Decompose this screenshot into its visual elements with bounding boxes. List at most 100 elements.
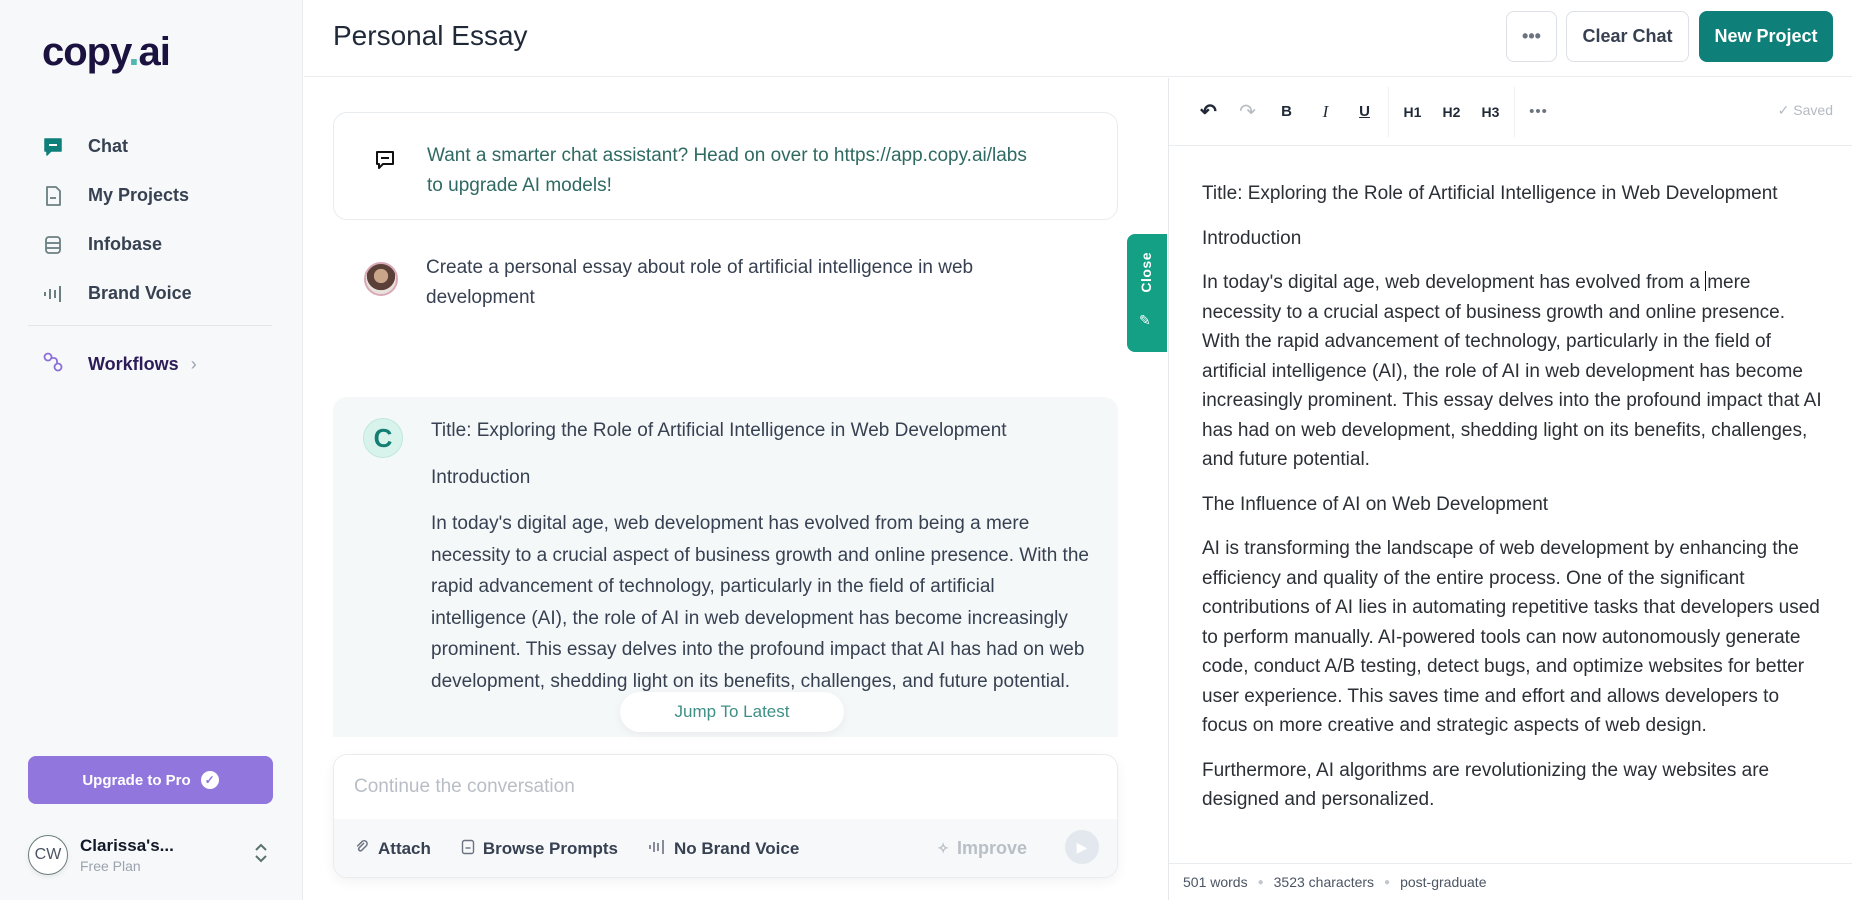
brand-voice-selector[interactable]: No Brand Voice bbox=[648, 838, 799, 860]
separator-dot: ● bbox=[1257, 876, 1264, 888]
database-icon bbox=[42, 234, 64, 256]
heading-1-button[interactable]: H1 bbox=[1393, 95, 1432, 129]
pencil-icon: ✎ bbox=[1139, 312, 1151, 328]
doc-text: In today's digital age, web development … bbox=[1202, 272, 1706, 293]
toolbar-divider bbox=[1514, 86, 1515, 137]
bold-button[interactable]: B bbox=[1267, 95, 1306, 129]
jump-to-latest-button[interactable]: Jump To Latest bbox=[620, 692, 844, 732]
chevron-up-down-icon bbox=[254, 842, 268, 864]
chat-panel: Want a smarter chat assistant? Head on o… bbox=[304, 78, 1168, 900]
document-stats: 501 words ● 3523 characters ● post-gradu… bbox=[1169, 863, 1852, 900]
ai-paragraph: Title: Exploring the Role of Artificial … bbox=[431, 420, 1007, 441]
chevron-right-icon: › bbox=[190, 353, 197, 374]
copyai-logo[interactable]: copy.ai bbox=[42, 30, 171, 75]
document-icon bbox=[461, 839, 475, 859]
send-button[interactable]: ▶ bbox=[1065, 830, 1099, 864]
sidebar-item-my-projects[interactable]: My Projects bbox=[42, 171, 272, 220]
doc-paragraph: Furthermore, AI algorithms are revolutio… bbox=[1202, 759, 1770, 811]
user-name: Clarissa's... bbox=[80, 836, 174, 855]
attach-button[interactable]: Attach bbox=[354, 839, 431, 859]
character-count: 3523 characters bbox=[1273, 874, 1375, 890]
saved-status: ✓ Saved bbox=[1777, 102, 1833, 118]
message-input[interactable] bbox=[334, 755, 1117, 819]
composer-toolbar: Attach Browse Prompts No Brand Voice ✧ I… bbox=[334, 819, 1117, 877]
sidebar-item-chat[interactable]: Chat bbox=[42, 122, 272, 171]
logo-text-copy: copy bbox=[42, 30, 129, 74]
workflows-label: Workflows bbox=[88, 353, 179, 374]
editor-toolbar: ↶ ↷ B I U H1 H2 H3 ••• ✓ Saved bbox=[1169, 78, 1852, 146]
improve-label: Improve bbox=[956, 838, 1027, 858]
ai-message-body: Title: Exploring the Role of Artificial … bbox=[431, 415, 1091, 712]
doc-title: Title: Exploring the Role of Artificial … bbox=[1202, 183, 1778, 204]
undo-button[interactable]: ↶ bbox=[1189, 95, 1228, 129]
heading-2-button[interactable]: H2 bbox=[1432, 95, 1471, 129]
sidebar-item-label: Infobase bbox=[88, 234, 163, 254]
sidebar-nav: Chat My Projects Infobase Brand Voice bbox=[42, 122, 272, 318]
separator-dot: ● bbox=[1384, 876, 1391, 888]
send-arrow-icon: ▶ bbox=[1076, 838, 1088, 855]
doc-text: mere necessity to a crucial aspect of bu… bbox=[1202, 272, 1822, 470]
verified-badge-icon: ✓ bbox=[200, 771, 219, 789]
composer: Attach Browse Prompts No Brand Voice ✧ bbox=[333, 754, 1118, 878]
avatar: CW bbox=[28, 835, 68, 875]
ai-paragraph: In today's digital age, web development … bbox=[431, 513, 1089, 692]
sidebar-item-label: Chat bbox=[88, 136, 128, 156]
logo-text-ai: ai bbox=[138, 30, 171, 74]
soundwave-icon bbox=[42, 283, 64, 305]
app-root: copy.ai Chat My Projects Infobase Brand … bbox=[0, 0, 1852, 900]
brand-voice-label: No Brand Voice bbox=[674, 839, 800, 858]
sparkle-icon: ✧ bbox=[937, 840, 949, 856]
page-title: Personal Essay bbox=[333, 20, 528, 51]
doc-heading: Introduction bbox=[1202, 227, 1302, 249]
upgrade-label: Upgrade to Pro bbox=[82, 771, 191, 789]
toolbar-divider bbox=[1388, 86, 1389, 137]
document-content[interactable]: Title: Exploring the Role of Artificial … bbox=[1202, 179, 1822, 865]
clear-chat-button[interactable]: Clear Chat bbox=[1566, 11, 1689, 62]
document-editor: ↶ ↷ B I U H1 H2 H3 ••• ✓ Saved Title: Ex… bbox=[1168, 78, 1852, 900]
attach-label: Attach bbox=[378, 839, 431, 858]
user-info: Clarissa's... Free Plan bbox=[80, 836, 174, 874]
doc-paragraph: AI is transforming the landscape of web … bbox=[1202, 538, 1820, 736]
sidebar: copy.ai Chat My Projects Infobase Brand … bbox=[0, 0, 303, 900]
account-switcher[interactable]: CW Clarissa's... Free Plan bbox=[28, 832, 278, 878]
sidebar-item-workflows[interactable]: Workflows › bbox=[42, 340, 197, 388]
browse-prompts-button[interactable]: Browse Prompts bbox=[461, 839, 618, 859]
sidebar-item-label: My Projects bbox=[88, 185, 190, 205]
close-editor-tab[interactable]: Close ✎ bbox=[1127, 234, 1167, 352]
document-icon bbox=[42, 185, 64, 207]
chat-bubble-outline-icon bbox=[374, 149, 396, 176]
ai-paragraph: Introduction bbox=[431, 466, 531, 488]
notice-text: Want a smarter chat assistant? Head on o… bbox=[427, 145, 1027, 196]
browse-prompts-label: Browse Prompts bbox=[482, 839, 618, 858]
close-label: Close bbox=[1138, 252, 1154, 293]
italic-button[interactable]: I bbox=[1306, 95, 1345, 129]
user-message-text: Create a personal essay about role of ar… bbox=[426, 257, 974, 308]
upgrade-to-pro-button[interactable]: Upgrade to Pro ✓ bbox=[28, 756, 273, 804]
doc-paragraph: In today's digital age, web development … bbox=[1202, 268, 1822, 475]
word-count: 501 words bbox=[1183, 874, 1248, 890]
sidebar-item-infobase[interactable]: Infobase bbox=[42, 220, 272, 269]
paperclip-icon bbox=[354, 839, 370, 859]
soundwave-icon bbox=[648, 838, 666, 860]
sidebar-item-brand-voice[interactable]: Brand Voice bbox=[42, 269, 272, 318]
sidebar-item-label: Brand Voice bbox=[88, 283, 192, 303]
new-project-button[interactable]: New Project bbox=[1699, 11, 1833, 62]
user-plan: Free Plan bbox=[80, 858, 141, 874]
chat-bubble-icon bbox=[42, 136, 64, 158]
more-options-button[interactable]: ••• bbox=[1506, 11, 1557, 62]
sidebar-divider bbox=[28, 325, 272, 326]
ai-avatar: C bbox=[363, 418, 403, 458]
logo-dot: . bbox=[128, 30, 139, 74]
improve-button[interactable]: ✧ Improve bbox=[937, 838, 1027, 859]
more-formatting-button[interactable]: ••• bbox=[1519, 95, 1558, 129]
upgrade-notice-card: Want a smarter chat assistant? Head on o… bbox=[333, 112, 1118, 220]
underline-button[interactable]: U bbox=[1345, 95, 1384, 129]
top-header: Personal Essay ••• Clear Chat New Projec… bbox=[304, 0, 1852, 77]
workflows-icon bbox=[42, 351, 64, 378]
heading-3-button[interactable]: H3 bbox=[1471, 95, 1510, 129]
ai-message: C Title: Exploring the Role of Artificia… bbox=[333, 397, 1118, 737]
reading-level: post-graduate bbox=[1400, 874, 1487, 890]
redo-button[interactable]: ↷ bbox=[1228, 95, 1267, 129]
user-avatar bbox=[364, 262, 398, 296]
doc-heading: The Influence of AI on Web Development bbox=[1202, 493, 1549, 515]
